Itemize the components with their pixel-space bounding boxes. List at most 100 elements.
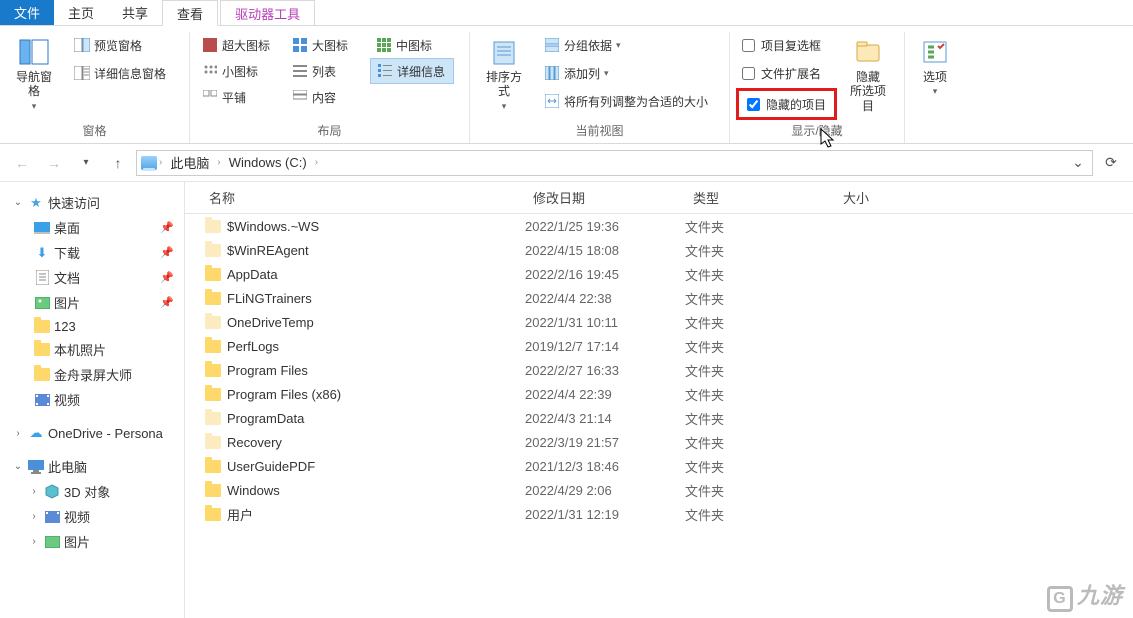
column-header-name[interactable]: 名称 xyxy=(185,182,525,213)
tree-3d-objects[interactable]: ›3D 对象 xyxy=(0,479,184,504)
file-type: 文件夹 xyxy=(685,217,835,236)
sort-icon xyxy=(488,36,520,68)
hidden-items-toggle[interactable]: 隐藏的项目 xyxy=(741,91,832,117)
content-view-button[interactable]: 内容 xyxy=(286,84,370,110)
breadcrumb-sep[interactable]: › xyxy=(217,157,220,168)
file-type: 文件夹 xyxy=(685,481,835,500)
back-button[interactable]: ← xyxy=(8,149,36,177)
tab-file[interactable]: 文件 xyxy=(0,0,54,25)
checkbox[interactable] xyxy=(742,67,755,80)
file-type: 文件夹 xyxy=(685,505,835,524)
folder-icon xyxy=(205,340,221,353)
tree-local-photos[interactable]: 本机照片 xyxy=(0,337,184,362)
file-row[interactable]: UserGuidePDF2021/12/3 18:46文件夹 xyxy=(185,454,1133,478)
file-date: 2022/3/19 21:57 xyxy=(525,435,685,450)
checkbox[interactable] xyxy=(742,39,755,52)
breadcrumb-sep[interactable]: › xyxy=(315,157,318,168)
tab-drive-tools[interactable]: 驱动器工具 xyxy=(220,0,315,25)
tree-pictures[interactable]: 图片📌 xyxy=(0,290,184,315)
up-button[interactable]: ↑ xyxy=(104,149,132,177)
pin-icon: 📌 xyxy=(160,221,174,234)
extra-large-icons-button[interactable]: 超大图标 xyxy=(196,32,286,58)
file-row[interactable]: Recovery2022/3/19 21:57文件夹 xyxy=(185,430,1133,454)
column-header-size[interactable]: 大小 xyxy=(835,182,955,213)
breadcrumb-sep[interactable]: › xyxy=(159,157,162,168)
preview-pane-button[interactable]: 预览窗格 xyxy=(68,32,172,58)
address-bar[interactable]: › 此电脑 › Windows (C:) › ⌄ xyxy=(136,150,1093,176)
folder-icon xyxy=(205,220,221,233)
group-by-button[interactable]: 分组依据▾ xyxy=(538,32,714,58)
fit-columns-button[interactable]: 将所有列调整为合适的大小 xyxy=(538,88,714,114)
tab-view[interactable]: 查看 xyxy=(162,0,218,26)
picture-icon xyxy=(34,295,50,311)
chevron-down-icon: ▾ xyxy=(502,101,507,112)
file-list: 名称 修改日期 类型 大小 $Windows.~WS2022/1/25 19:3… xyxy=(185,182,1133,618)
navigation-pane-button[interactable]: 导航窗格 ▾ xyxy=(6,32,62,116)
tree-folder-123[interactable]: 123 xyxy=(0,315,184,337)
columns-icon xyxy=(544,65,560,81)
column-header-type[interactable]: 类型 xyxy=(685,182,835,213)
file-row[interactable]: ProgramData2022/4/3 21:14文件夹 xyxy=(185,406,1133,430)
tree-videos2[interactable]: ›视频 xyxy=(0,504,184,529)
tree-jinzhou[interactable]: 金舟录屏大师 xyxy=(0,362,184,387)
pc-icon xyxy=(28,459,44,475)
fit-icon xyxy=(544,93,560,109)
tree-desktop[interactable]: 桌面📌 xyxy=(0,215,184,240)
tree-downloads[interactable]: ⬇下载📌 xyxy=(0,240,184,265)
breadcrumb-this-pc[interactable]: 此电脑 xyxy=(164,151,215,174)
file-row[interactable]: Program Files (x86)2022/4/4 22:39文件夹 xyxy=(185,382,1133,406)
list-view-button[interactable]: 列表 xyxy=(286,58,370,84)
document-icon xyxy=(34,270,50,286)
file-row[interactable]: PerfLogs2019/12/7 17:14文件夹 xyxy=(185,334,1133,358)
address-dropdown-button[interactable]: ⌄ xyxy=(1068,149,1088,177)
options-button[interactable]: 选项 ▾ xyxy=(911,32,959,101)
small-icons-button[interactable]: 小图标 xyxy=(196,58,286,84)
forward-button[interactable]: → xyxy=(40,149,68,177)
tree-quick-access[interactable]: ⌄★快速访问 xyxy=(0,190,184,215)
file-extensions-toggle[interactable]: 文件扩展名 xyxy=(736,60,837,86)
file-row[interactable]: Program Files2022/2/27 16:33文件夹 xyxy=(185,358,1133,382)
tree-videos[interactable]: 视频 xyxy=(0,387,184,412)
file-name: Windows xyxy=(227,483,280,498)
breadcrumb-drive[interactable]: Windows (C:) xyxy=(223,153,313,172)
details-pane-button[interactable]: 详细信息窗格 xyxy=(68,60,172,86)
file-date: 2021/12/3 18:46 xyxy=(525,459,685,474)
file-row[interactable]: $Windows.~WS2022/1/25 19:36文件夹 xyxy=(185,214,1133,238)
add-columns-button[interactable]: 添加列▾ xyxy=(538,60,714,86)
file-row[interactable]: $WinREAgent2022/4/15 18:08文件夹 xyxy=(185,238,1133,262)
collapse-icon: ⌄ xyxy=(12,197,24,208)
tree-documents[interactable]: 文档📌 xyxy=(0,265,184,290)
file-row[interactable]: Windows2022/4/29 2:06文件夹 xyxy=(185,478,1133,502)
file-name: ProgramData xyxy=(227,411,304,426)
checkbox[interactable] xyxy=(747,98,760,111)
sort-by-button[interactable]: 排序方式 ▾ xyxy=(476,32,532,116)
tree-onedrive[interactable]: ›☁OneDrive - Persona xyxy=(0,422,184,444)
folder-icon xyxy=(205,388,221,401)
file-row[interactable]: 用户2022/1/31 12:19文件夹 xyxy=(185,502,1133,526)
cube-icon xyxy=(44,484,60,500)
file-name: 用户 xyxy=(227,505,253,524)
file-name: Program Files xyxy=(227,363,308,378)
tab-share[interactable]: 共享 xyxy=(108,0,162,25)
desktop-icon xyxy=(34,220,50,236)
file-row[interactable]: AppData2022/2/16 19:45文件夹 xyxy=(185,262,1133,286)
file-row[interactable]: FLiNGTrainers2022/4/4 22:38文件夹 xyxy=(185,286,1133,310)
item-checkboxes-toggle[interactable]: 项目复选框 xyxy=(736,32,837,58)
download-icon: ⬇ xyxy=(34,245,50,261)
chevron-down-icon: ▾ xyxy=(32,101,37,112)
tree-pictures2[interactable]: ›图片 xyxy=(0,529,184,554)
recent-locations-button[interactable]: ▾ xyxy=(72,149,100,177)
hide-selected-button[interactable]: 隐藏 所选项目 xyxy=(843,32,893,117)
large-icons-button[interactable]: 大图标 xyxy=(286,32,370,58)
file-type: 文件夹 xyxy=(685,361,835,380)
file-row[interactable]: OneDriveTemp2022/1/31 10:11文件夹 xyxy=(185,310,1133,334)
refresh-button[interactable]: ⟳ xyxy=(1097,149,1125,177)
details-view-button[interactable]: 详细信息 xyxy=(370,58,454,84)
tree-this-pc[interactable]: ⌄此电脑 xyxy=(0,454,184,479)
column-header-date[interactable]: 修改日期 xyxy=(525,182,685,213)
expand-icon: › xyxy=(28,486,40,497)
tiles-view-button[interactable]: 平铺 xyxy=(196,84,286,110)
tab-home[interactable]: 主页 xyxy=(54,0,108,25)
file-type: 文件夹 xyxy=(685,385,835,404)
medium-icons-button[interactable]: 中图标 xyxy=(370,32,454,58)
